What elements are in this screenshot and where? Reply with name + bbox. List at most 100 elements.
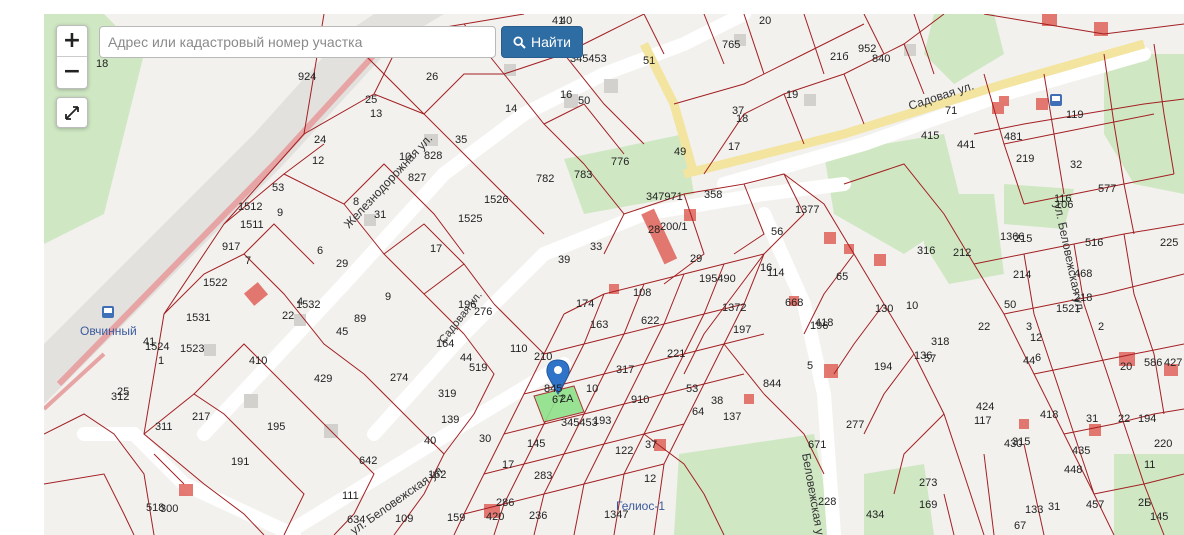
parcel-number-label: 424 [976, 401, 994, 413]
parcel-number-label: 33 [590, 241, 602, 253]
parcel-number-label: 145 [1150, 511, 1168, 523]
parcel-number-label: 65 [836, 271, 848, 283]
parcel-number-label: 1526 [484, 194, 508, 206]
parcel-number-label: 12 [644, 473, 656, 485]
parcel-number-label: 139 [441, 414, 459, 426]
zoom-out-button[interactable]: − [57, 57, 87, 87]
parcel-number-label: 316 [917, 245, 935, 257]
place-label-ovchinny: Овчинный [80, 324, 137, 338]
parcel-number-label: 217 [192, 411, 210, 423]
parcel-number-label: 13 [370, 108, 382, 120]
parcel-number-label: 159 [447, 512, 465, 524]
parcel-number-label: 11 [1144, 459, 1155, 471]
parcel-number-label: 5 [807, 360, 813, 372]
parcel-number-label: 283 [534, 470, 552, 482]
parcel-number-label: 1532 [296, 299, 320, 311]
parcel-number-label: 50 [578, 95, 590, 107]
parcel-number-label: 49 [674, 146, 686, 158]
parcel-number-label: 31 [1086, 413, 1098, 425]
parcel-number-label: 468 [1074, 268, 1092, 280]
parcel-number-label: 671 [808, 439, 826, 451]
parcel-number-label: 776 [611, 156, 629, 168]
parcel-number-label: 114 [767, 267, 785, 279]
parcel-number-label: 9 [277, 207, 283, 219]
parcel-number-label: 31 [374, 209, 386, 221]
parcel-number-label: 41 [143, 336, 155, 348]
search-button[interactable]: Найти [501, 26, 583, 58]
parcel-number-label: 315 [1012, 436, 1030, 448]
parcel-number-label: 448 [1064, 464, 1082, 476]
parcel-number-label: 57 [924, 353, 936, 365]
parcel-number-label: 215 [1014, 233, 1032, 245]
parcel-number-label: 434 [866, 509, 884, 521]
parcel-number-label: 765 [722, 39, 740, 51]
parcel-number-label: 622 [641, 315, 659, 327]
parcel-number-label: 1531 [186, 312, 210, 324]
parcel-number-label: 1512 [238, 201, 262, 213]
parcel-number-label: 10 [586, 383, 598, 395]
parcel-number-label: 117 [974, 415, 992, 427]
parcel-number-label: 1525 [458, 213, 482, 225]
parcel-number-label: 110 [510, 343, 528, 355]
parcel-number-label: 111 [342, 490, 359, 502]
parcel-number-label: 312 [111, 391, 129, 403]
expand-icon [65, 105, 79, 120]
search-button-label: Найти [531, 34, 571, 50]
parcel-number-label: 137 [723, 411, 741, 423]
parcel-number-label: 38 [711, 395, 723, 407]
parcel-number-label: 116 [1054, 193, 1072, 205]
parcel-number-label: 39 [558, 254, 570, 266]
parcel-number-label: 457 [1086, 499, 1104, 511]
parcel-number-label: 358 [704, 189, 722, 201]
parcel-number-label: 274 [390, 372, 408, 384]
parcel-number-label: 286 [496, 497, 514, 509]
parcel-number-label: 53 [272, 182, 284, 194]
parcel-number-label: 317 [616, 364, 634, 376]
parcel-number-label: 782 [536, 173, 554, 185]
parcel-number-label: 586 [1144, 357, 1162, 369]
parcel-number-label: 169 [919, 499, 937, 511]
parcel-number-label: 162 [428, 469, 446, 481]
parcel-number-label: 133 [1025, 504, 1043, 516]
parcel-number-label: 50 [1004, 299, 1016, 311]
bus-stop-icon [102, 306, 114, 318]
parcel-number-label: 44 [1023, 355, 1035, 367]
parcel-number-label: 35 [455, 134, 467, 146]
parcel-number-label: 2 [1098, 321, 1104, 333]
parcel-number-label: 14 [505, 103, 517, 115]
parcel-number-label: 10 [399, 151, 411, 163]
bus-stop-icon-right [1050, 94, 1062, 106]
fullscreen-button[interactable] [56, 97, 88, 128]
parcel-number-label: 195 [267, 421, 285, 433]
parcel-number-label: 56 [771, 226, 783, 238]
search-input[interactable] [99, 26, 496, 58]
parcel-number-label: 12 [1030, 332, 1042, 344]
parcel-number-label: 418 [1040, 409, 1058, 421]
zoom-in-button[interactable]: + [57, 26, 87, 57]
parcel-number-label: 108 [633, 287, 651, 299]
cadastral-map[interactable]: Железнодорожная ул. Садовая ул. Садовая … [44, 14, 1184, 535]
parcel-number-label: 164 [436, 338, 454, 350]
parcel-number-label: 642 [359, 455, 377, 467]
parcel-number-label: 1347 [604, 509, 628, 521]
parcel-number-label: 26 [426, 71, 438, 83]
parcel-number-label: 51 [643, 55, 655, 67]
parcel-number-label: 844 [763, 378, 781, 390]
parcel-number-label: 17 [728, 141, 740, 153]
parcel-number-label: 193 [593, 415, 611, 427]
parcel-number-label: 318 [931, 336, 949, 348]
parcel-number-label: 924 [298, 71, 316, 83]
parcel-number-label: 31 [1048, 501, 1060, 513]
parcel-number-label: 18 [96, 58, 108, 70]
parcel-number-label: 53 [686, 383, 698, 395]
parcel-number-label: 29 [690, 253, 702, 265]
parcel-number-label: 1522 [203, 277, 227, 289]
parcel-number-label: 277 [846, 419, 864, 431]
parcel-number-label: 1521 [1056, 303, 1080, 315]
parcel-number-label: 481 [1004, 131, 1022, 143]
parcel-number-label: 10 [906, 300, 918, 312]
parcel-number-label: 917 [222, 241, 240, 253]
parcel-number-label: 12 [312, 155, 324, 167]
parcel-number-label: 122 [615, 445, 633, 457]
parcel-number-label: 228 [818, 496, 836, 508]
